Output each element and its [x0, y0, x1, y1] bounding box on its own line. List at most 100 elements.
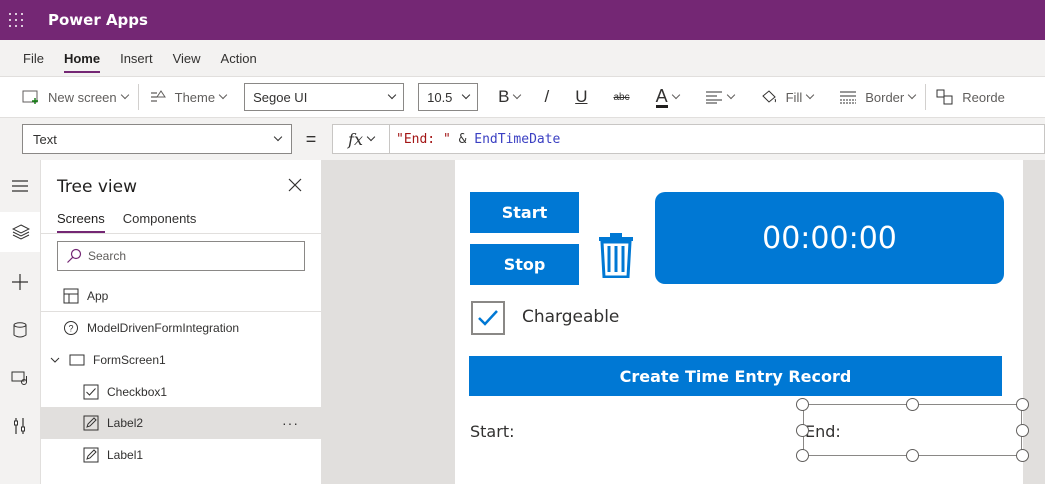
- media-button[interactable]: [0, 358, 40, 398]
- reorder-label: Reorde: [962, 89, 1005, 105]
- underline-icon: U: [575, 87, 588, 106]
- tree-item-label: Label1: [107, 448, 144, 462]
- search-input[interactable]: [88, 249, 288, 263]
- tree-item-label2[interactable]: Label2 ···: [41, 407, 321, 439]
- equals-sign: =: [305, 128, 317, 149]
- chevron-down-icon: [461, 90, 471, 100]
- timer-display: 00:00:00: [655, 192, 1004, 284]
- chevron-down-icon: [366, 132, 376, 142]
- app-launcher-button[interactable]: [0, 0, 32, 40]
- label-edit-icon: [83, 415, 99, 431]
- theme-icon: [149, 89, 167, 105]
- tools-button[interactable]: [0, 406, 40, 446]
- resize-handle-right[interactable]: [1016, 424, 1029, 437]
- font-size-value: 10.5: [427, 89, 453, 105]
- data-button[interactable]: [0, 310, 40, 350]
- reorder-icon: [936, 89, 954, 105]
- fill-label: Fill: [785, 89, 803, 105]
- trash-icon[interactable]: [598, 232, 634, 279]
- app-grid-icon: [63, 288, 79, 304]
- reorder-button[interactable]: Reorde: [930, 82, 1011, 112]
- tab-components[interactable]: Components: [123, 211, 197, 230]
- tree-view-title: Tree view: [57, 177, 137, 197]
- chevron-down-icon: [218, 90, 228, 100]
- ribbon-divider: [137, 84, 139, 110]
- resize-handle-top-left[interactable]: [796, 398, 809, 411]
- tree-item-label: ModelDrivenFormIntegration: [87, 321, 240, 335]
- create-time-entry-button[interactable]: Create Time Entry Record: [469, 356, 1002, 396]
- ribbon: New screen Theme Segoe UI 10.5 B / U abc…: [0, 76, 1045, 118]
- formula-input[interactable]: "End: " & EndTimeDate: [390, 124, 1045, 154]
- bold-icon: B: [498, 87, 510, 106]
- tab-insert[interactable]: Insert: [110, 40, 163, 76]
- resize-handle-bottom-right[interactable]: [1016, 449, 1029, 462]
- strikethrough-button[interactable]: abc: [607, 82, 635, 112]
- strikethrough-icon: abc: [613, 91, 630, 103]
- resize-handle-bottom-left[interactable]: [796, 449, 809, 462]
- new-screen-icon: [22, 89, 40, 105]
- resize-handle-top-right[interactable]: [1016, 398, 1029, 411]
- tree-item-checkbox1[interactable]: Checkbox1: [41, 376, 321, 408]
- checkmark-icon: [477, 308, 499, 328]
- formula-identifier: EndTimeDate: [474, 131, 561, 147]
- plus-icon: [12, 274, 28, 290]
- hamburger-button[interactable]: [0, 166, 40, 206]
- tab-home[interactable]: Home: [54, 40, 110, 76]
- resize-handle-top[interactable]: [906, 398, 919, 411]
- app-title[interactable]: Power Apps: [48, 11, 148, 29]
- chargeable-checkbox[interactable]: [471, 301, 505, 335]
- italic-button[interactable]: /: [538, 82, 555, 112]
- checkbox-icon: [83, 384, 99, 400]
- new-screen-button[interactable]: New screen: [16, 82, 134, 112]
- formula-string: "End: ": [396, 131, 451, 147]
- screen-icon: [69, 352, 85, 368]
- tab-action[interactable]: Action: [211, 40, 267, 76]
- insert-button[interactable]: [0, 262, 40, 302]
- start-button[interactable]: Start: [470, 192, 579, 233]
- underline-button[interactable]: U: [569, 82, 593, 112]
- tree-view-panel: Tree view Screens Components App ? Model…: [41, 160, 322, 484]
- start-label[interactable]: Start:: [470, 422, 514, 441]
- resize-handle-left[interactable]: [796, 424, 809, 437]
- italic-icon: /: [544, 87, 550, 106]
- chevron-down-icon: [47, 352, 63, 368]
- tree-view-button[interactable]: [0, 212, 40, 252]
- property-select[interactable]: Text: [22, 124, 292, 154]
- help-circle-icon: ?: [63, 320, 79, 336]
- tree-item-app[interactable]: App: [41, 280, 321, 312]
- bold-button[interactable]: B: [492, 82, 526, 112]
- tab-screens[interactable]: Screens: [57, 211, 105, 233]
- font-family-select[interactable]: Segoe UI: [244, 83, 405, 111]
- border-label: Border: [865, 89, 905, 105]
- more-options-button[interactable]: ···: [282, 415, 299, 431]
- font-size-select[interactable]: 10.5: [418, 83, 479, 111]
- chevron-down-icon: [387, 90, 397, 100]
- chevron-down-icon: [726, 90, 735, 100]
- left-rail: [0, 160, 41, 484]
- chevron-down-icon: [908, 90, 917, 100]
- tree-item-label: Label2: [107, 416, 144, 430]
- font-color-button[interactable]: A: [650, 82, 685, 112]
- fx-icon: fx: [348, 129, 363, 149]
- stop-button[interactable]: Stop: [470, 244, 579, 285]
- tree-item-label: Checkbox1: [107, 385, 168, 399]
- tab-file[interactable]: File: [13, 40, 54, 76]
- tree-item-modeldrivenformintegration[interactable]: ? ModelDrivenFormIntegration: [41, 312, 321, 344]
- database-icon: [13, 322, 27, 338]
- theme-button[interactable]: Theme: [143, 82, 232, 112]
- tree-item-label: FormScreen1: [93, 353, 166, 367]
- tree-search-box: [57, 241, 305, 271]
- media-icon: [11, 370, 29, 386]
- font-family-value: Segoe UI: [253, 89, 308, 105]
- fill-button[interactable]: Fill: [754, 82, 820, 112]
- tree-item-label1[interactable]: Label1: [41, 439, 321, 471]
- border-button[interactable]: Border: [833, 82, 921, 112]
- new-screen-label: New screen: [48, 89, 117, 105]
- function-button[interactable]: fx: [332, 124, 390, 154]
- tab-view[interactable]: View: [163, 40, 211, 76]
- tree-item-formscreen1[interactable]: FormScreen1: [41, 344, 321, 376]
- close-button[interactable]: [286, 176, 304, 194]
- align-button[interactable]: [699, 82, 740, 112]
- resize-handle-bottom[interactable]: [906, 449, 919, 462]
- tools-icon: [12, 417, 28, 435]
